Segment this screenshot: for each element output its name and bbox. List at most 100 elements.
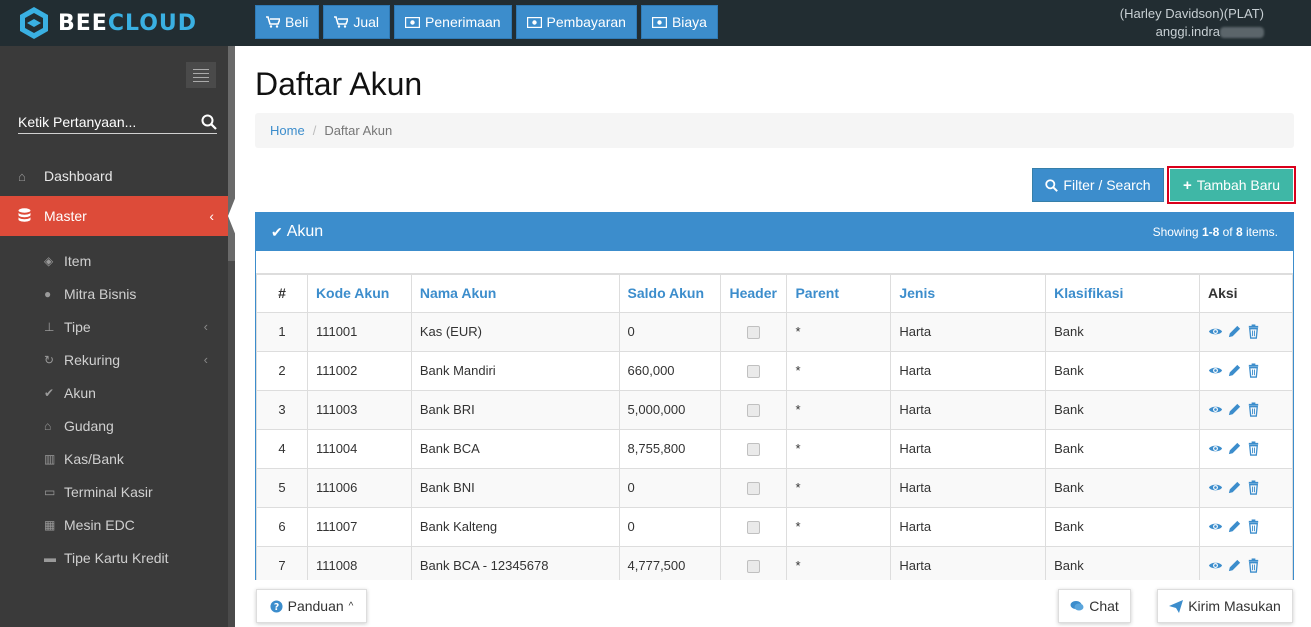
brand-logo[interactable]: BEECLOUD [18,5,218,41]
nav-beli-button[interactable]: Beli [255,5,320,39]
delete-icon[interactable] [1246,519,1261,534]
chat-button[interactable]: Chat [1058,589,1131,623]
cell-actions [1198,506,1294,547]
sidebar-scrollbar[interactable] [228,46,235,627]
row-actions [1208,480,1284,495]
delete-icon[interactable] [1246,363,1261,378]
add-button-highlight: + Tambah Baru [1167,166,1296,204]
paper-plane-icon [1169,599,1184,613]
row-actions [1208,441,1284,456]
breadcrumb-separator: / [312,123,317,138]
sidebar-subitem-mesin-edc[interactable]: ▦ Mesin EDC [0,508,228,541]
sidebar-subitem-label: Tipe Kartu Kredit [64,549,169,566]
delete-icon[interactable] [1246,324,1261,339]
cell-kode-akun: 111006 [306,467,412,508]
cell-saldo-akun: 0 [618,311,722,352]
view-icon[interactable] [1208,480,1223,495]
cell-jenis: Harta [890,428,1047,469]
guide-button[interactable]: ? Panduan ^ [256,589,367,623]
sidebar-item-master[interactable]: Master ‹ [0,196,228,236]
header-checkbox [747,521,761,535]
cell-nama-akun: Bank Kalteng [410,506,620,547]
view-icon[interactable] [1208,324,1223,339]
cell-parent: * [786,389,892,430]
column-header-klasifikasi[interactable]: Klasifikasi [1045,273,1200,313]
cell-no: 1 [256,311,308,352]
svg-text:?: ? [273,601,278,612]
sidebar-search[interactable]: Ketik Pertanyaan... [18,110,217,134]
sidebar-subitem-item[interactable]: ◈ Item [0,244,228,277]
header-checkbox [747,326,761,340]
cell-header [720,506,788,547]
nav-jual-button[interactable]: Jual [323,5,391,39]
cell-nama-akun: Bank BNI [410,467,620,508]
sidebar-search-input[interactable]: Ketik Pertanyaan... [18,114,201,130]
sidebar-toggle-button[interactable] [186,62,216,88]
plus-icon: + [1182,176,1192,194]
add-new-button[interactable]: + Tambah Baru [1170,169,1293,201]
send-feedback-button[interactable]: Kirim Masukan [1157,589,1293,623]
header-checkbox [747,560,761,574]
table-header-row: # Kode Akun Nama Akun Saldo Akun Header … [256,273,1294,313]
cell-header [720,350,788,391]
cell-actions [1198,389,1294,430]
sidebar-subitem-terminal-kasir[interactable]: ▭ Terminal Kasir [0,475,228,508]
cell-actions [1198,428,1294,469]
sidebar-subitem-label: Akun [64,384,96,401]
view-icon[interactable] [1208,441,1223,456]
cell-jenis: Harta [890,311,1047,352]
column-header-kode-akun[interactable]: Kode Akun [306,273,412,313]
cell-jenis: Harta [890,506,1047,547]
column-header-jenis[interactable]: Jenis [890,273,1047,313]
view-icon[interactable] [1208,558,1223,573]
column-header-nama-akun[interactable]: Nama Akun [410,273,620,313]
check-icon: ✔ [271,223,283,240]
sidebar-subitem-tipe-kartu-kredit[interactable]: ▬ Tipe Kartu Kredit [0,541,228,574]
column-header-header[interactable]: Header [720,273,788,313]
nav-pembayaran-button[interactable]: Pembayaran [515,5,637,39]
cart-icon [334,16,349,28]
edit-icon[interactable] [1227,558,1242,573]
view-icon[interactable] [1208,402,1223,417]
edit-icon[interactable] [1227,324,1242,339]
sidebar-item-dashboard[interactable]: ⌂ Dashboard [0,156,228,196]
view-icon[interactable] [1208,519,1223,534]
chat-icon [1070,601,1084,611]
sidebar-subitem-kas-bank[interactable]: ▥ Kas/Bank [0,442,228,475]
cell-parent: * [786,506,892,547]
cell-saldo-akun: 5,000,000 [618,389,722,430]
delete-icon[interactable] [1246,402,1261,417]
breadcrumb-home-link[interactable]: Home [270,123,305,138]
sidebar-subitem-label: Gudang [64,417,114,434]
edit-icon[interactable] [1227,402,1242,417]
nav-penerimaan-button[interactable]: Penerimaan [394,5,512,39]
delete-icon[interactable] [1246,558,1261,573]
filter-search-button[interactable]: Filter / Search [1032,168,1164,202]
edit-icon[interactable] [1227,441,1242,456]
view-icon[interactable] [1208,363,1223,378]
cell-jenis: Harta [890,467,1047,508]
user-info[interactable]: (Harley Davidson)(PLAT) anggi.indra [1120,5,1264,41]
column-header-parent[interactable]: Parent [786,273,892,313]
sidebar-subitem-rekuring[interactable]: ↻ Rekuring ‹ [0,343,228,376]
cell-jenis: Harta [890,389,1047,430]
check-icon: ✔ [44,385,55,400]
sidebar-subitem-gudang[interactable]: ⌂ Gudang [0,409,228,442]
edit-icon[interactable] [1227,363,1242,378]
delete-icon[interactable] [1246,480,1261,495]
top-bar: BEECLOUD Beli Jual Penerimaan Pembayaran… [0,0,1311,46]
cell-kode-akun: 111003 [306,389,412,430]
cell-parent: * [786,350,892,391]
cell-no: 4 [256,428,308,469]
sidebar-subitem-mitra-bisnis[interactable]: ● Mitra Bisnis [0,277,228,310]
main-content: Daftar Akun Home / Daftar Akun Filter / … [235,46,1311,627]
search-icon[interactable] [201,114,217,130]
column-header-saldo-akun[interactable]: Saldo Akun [618,273,722,313]
nav-biaya-button[interactable]: Biaya [640,5,718,39]
delete-icon[interactable] [1246,441,1261,456]
edit-icon[interactable] [1227,480,1242,495]
edit-icon[interactable] [1227,519,1242,534]
cell-actions [1198,467,1294,508]
sidebar-subitem-tipe[interactable]: ⊥ Tipe ‹ [0,310,228,343]
sidebar-subitem-akun[interactable]: ✔ Akun [0,376,228,409]
